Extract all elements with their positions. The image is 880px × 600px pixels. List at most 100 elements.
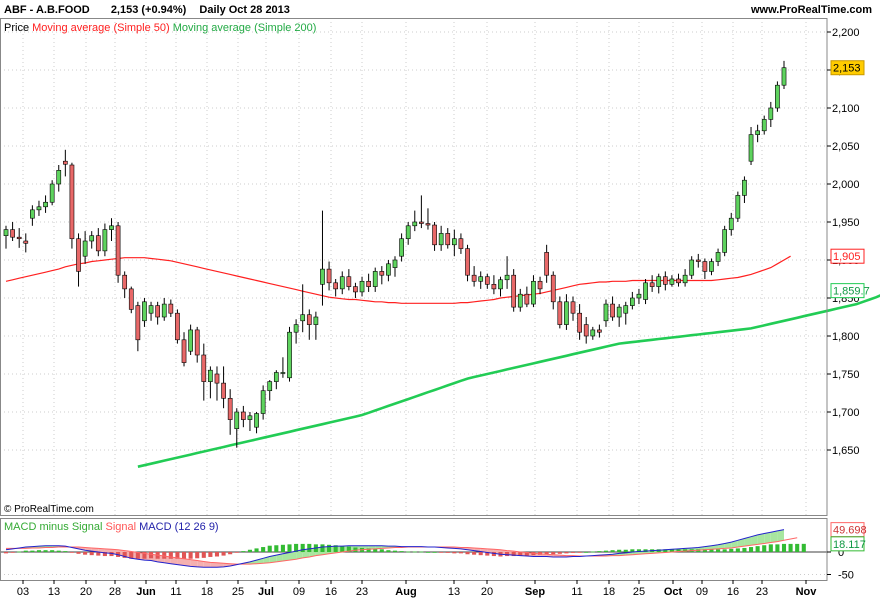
candles [3,60,787,448]
time-tick-label: 11 [571,586,582,598]
legend-macd-minus-signal[interactable]: MACD minus Signal [4,521,102,533]
candle-body [761,119,767,132]
candle-body [306,314,312,325]
candle-body [16,236,22,240]
macd-histogram-bar [261,547,266,552]
macd-histogram-bar [23,550,28,552]
macd-histogram-bar [465,552,470,555]
macd-histogram-bar [742,547,747,552]
macd-histogram-bar [551,552,556,555]
candle-body [577,312,582,333]
chart-header: ABF - A.B.FOOD 2,153 (+0.94%) Daily Oct … [4,4,290,16]
candle-body [405,225,411,240]
price-tick-label: 1,800 [832,331,860,343]
legend-signal[interactable]: Signal [105,521,136,533]
macd-histogram-bar [445,552,450,553]
macd-histogram-bar [801,543,806,552]
time-tick-label: Oct [664,586,683,598]
time-tick-label: 13 [448,586,460,598]
macd-histogram-bar [768,544,773,552]
candle-body [168,303,174,314]
legend-ma50[interactable]: Moving average (Simple 50) [32,22,170,34]
macd-plot [3,529,806,568]
macd-histogram-bar [432,552,437,553]
candle-body [122,274,128,290]
candle-body [775,84,780,109]
macd-histogram-bar [181,552,187,559]
macd-histogram-bar [570,552,576,553]
candle-body [234,411,240,430]
macd-signal-fill [764,532,771,544]
legend-macd[interactable]: MACD (12 26 9) [139,521,218,533]
macd-histogram-bar [83,552,88,555]
time-tick-label: 18 [603,586,615,598]
candle-body [630,297,635,306]
macd-histogram-bar [267,545,272,552]
frame [0,18,828,581]
macd-histogram-bar [340,546,345,552]
macd-histogram-bar [735,548,740,552]
candle-body [386,263,391,276]
macd-histogram-bar [788,543,793,552]
macd-histogram-bar [505,552,510,557]
macd-histogram-bar [168,552,173,559]
candle-body [3,229,9,236]
candle-body [399,238,404,257]
macd-histogram-bar [241,551,246,552]
candle-body [603,303,609,322]
candle-body [379,271,385,276]
candle-body [273,372,279,382]
macd-histogram-bar [795,543,800,552]
macd-histogram-bar [327,544,332,552]
macd-histogram-bar [590,551,595,553]
macd-histogram-bar [274,545,279,552]
candle-body [142,301,147,322]
macd-histogram-bar [781,543,787,552]
candle-body [23,240,29,244]
macd-histogram-bar [623,549,628,552]
legend-ma200[interactable]: Moving average (Simple 200) [173,22,317,34]
candle-body [161,303,167,318]
candle-body [260,390,266,414]
candle-body [735,195,741,219]
macd-histogram-bar [584,552,589,553]
candle-body [755,130,760,135]
candle-body [748,134,754,162]
ma200-series [137,294,880,468]
candle-body [432,224,437,246]
candle-body [49,183,55,203]
time-tick-label: 16 [727,586,739,598]
candle-body [56,170,62,185]
macd-histogram-bar [419,551,424,553]
candle-body [353,286,358,293]
candle-body [537,280,543,290]
candle-body [300,314,306,322]
macd-histogram-bar [76,552,81,554]
candle-body [10,229,15,238]
macd-histogram-bar [300,543,305,552]
macd-value-marker: 49.698 [833,525,867,537]
candle-body [649,282,655,287]
macd-histogram-bar [458,552,463,554]
macd-histogram-bar [379,549,384,552]
period-label: Daily Oct 28 2013 [199,4,290,16]
macd-histogram-bar [320,544,325,552]
candle-body [320,268,325,285]
candle-body [676,278,681,284]
candle-body [280,372,286,374]
candle-body [715,252,721,262]
candle-body [623,305,629,314]
candle-body [458,238,464,249]
histogram-value-marker: 18.117 [833,539,866,551]
macd-histogram-bar [69,552,74,553]
candle-body [590,329,596,337]
candle-body [438,233,444,246]
candle-body [682,274,688,284]
candle-body [498,279,503,290]
ma50-marker: 1,905 [833,251,861,263]
macd-histogram-bar [17,551,22,553]
macd-histogram-bar [247,549,252,552]
site-link[interactable]: www.ProRealTime.com [751,4,872,16]
macd-histogram-bar [597,551,602,552]
candle-body [247,415,253,420]
